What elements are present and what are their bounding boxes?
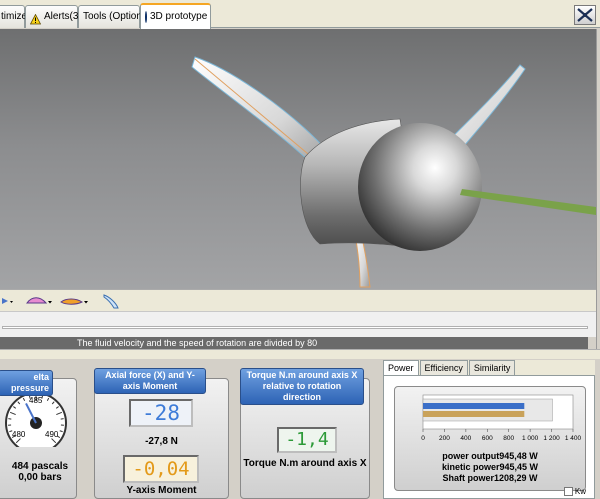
shaft-power-line: Shaft power1208,29 W: [442, 473, 538, 483]
x-tick-label: 0: [421, 435, 425, 442]
tab-optimize[interactable]: timize: [0, 5, 28, 28]
power-output-line: power output945,48 W: [442, 451, 538, 461]
rotation-slider[interactable]: [2, 326, 588, 329]
torque-label: Torque N.m around axis X: [243, 458, 367, 469]
bar-shaft-power: [422, 398, 553, 422]
gauge-tick-485: 485: [29, 396, 43, 405]
axial-force-value: -27,8 N: [145, 436, 178, 447]
tab-alerts[interactable]: Alerts(3): [25, 5, 82, 28]
scaling-notice: The fluid velocity and the speed of rota…: [0, 337, 588, 349]
viewport-right-frame: [596, 29, 600, 349]
power-tab-body: 0 200 400 600 800 1 000 1 200 1 400 power outpu…: [383, 375, 595, 499]
tab-alerts-label: Alerts(3): [44, 11, 82, 22]
delta-pressure-panel: 480 485 490 484 pascals 0,00 bars: [0, 378, 77, 499]
pressure-pascals: 484 pascals: [11, 461, 69, 472]
view-dropdown-button[interactable]: [2, 293, 16, 309]
x-tick-label: 800: [503, 435, 514, 442]
pressure-bars: 0,00 bars: [18, 472, 62, 483]
airplane-toggle-button[interactable]: [574, 5, 596, 25]
viewport-toolbar: [0, 289, 596, 311]
tab-3d-prototype[interactable]: 3D prototype: [140, 3, 211, 29]
tab-efficiency[interactable]: Efficiency: [419, 360, 468, 375]
blade-view-button[interactable]: [102, 293, 120, 309]
bar-power-output: [423, 411, 525, 417]
power-chart-frame: 0 200 400 600 800 1 000 1 200 1 400 power outpu…: [394, 386, 586, 491]
pressure-gauge: 480 485 490: [0, 389, 72, 454]
bottom-separator: [0, 349, 600, 359]
kw-label: Kw: [574, 487, 586, 496]
tab-optimize-label: timize: [1, 11, 28, 22]
rotation-slider-strip: [0, 311, 596, 337]
tab-tools[interactable]: Tools (Optional): [78, 5, 153, 28]
torque-title: Torque N.m around axis X relative to rot…: [240, 368, 364, 405]
bar-kinetic-power: [423, 403, 525, 409]
tab-similarity[interactable]: Similarity: [468, 360, 516, 375]
globe-icon: [145, 11, 147, 23]
kinetic-power-line: kinetic power945,45 W: [441, 462, 539, 472]
power-tabs: Power Efficiency Similarity: [383, 360, 516, 377]
x-tick-label: 600: [482, 435, 493, 442]
airplane-icon: [577, 8, 593, 22]
foil-icon: [60, 298, 88, 305]
blade-icon: [103, 293, 119, 308]
gauge-tick-490: 490: [45, 430, 59, 439]
tab-bar: timize Alerts(3) Tools (Optional) 3D pro…: [0, 0, 600, 29]
x-tick-label: 1 400: [565, 435, 582, 442]
y-moment-label: Y-axis Moment: [126, 485, 197, 496]
x-tick-label: 400: [460, 435, 471, 442]
x-tick-label: 1 200: [543, 435, 560, 442]
axial-force-lcd: -28: [129, 399, 193, 427]
axial-force-panel: -28 -27,8 N -0,04 Y-axis Moment: [94, 378, 229, 499]
x-tick-label: 200: [439, 435, 450, 442]
view-icon: [2, 297, 13, 304]
axial-force-title: Axial force (X) and Y-axis Moment: [94, 368, 206, 394]
delta-pressure-title: elta pressure: [0, 370, 53, 396]
warning-icon: [29, 12, 42, 24]
y-moment-lcd: -0,04: [123, 455, 199, 483]
3d-viewport[interactable]: [0, 29, 596, 289]
kw-toggle[interactable]: Kw: [563, 487, 586, 496]
power-panel: Power Efficiency Similarity 0 200 400 600 80…: [383, 360, 595, 499]
power-bar-chart: 0 200 400 600 800 1 000 1 200 1 400: [421, 394, 582, 442]
kw-checkbox[interactable]: [563, 487, 573, 496]
foil-dropdown-button[interactable]: [60, 293, 90, 309]
torque-lcd: -1,4: [277, 427, 337, 453]
blade-profile-icon: [26, 296, 52, 303]
turbine-render: [191, 56, 596, 288]
tab-3d-prototype-label: 3D prototype: [150, 11, 208, 22]
x-tick-label: 1 000: [522, 435, 539, 442]
profile-dropdown-button[interactable]: [26, 293, 54, 309]
gauge-tick-480: 480: [12, 430, 26, 439]
